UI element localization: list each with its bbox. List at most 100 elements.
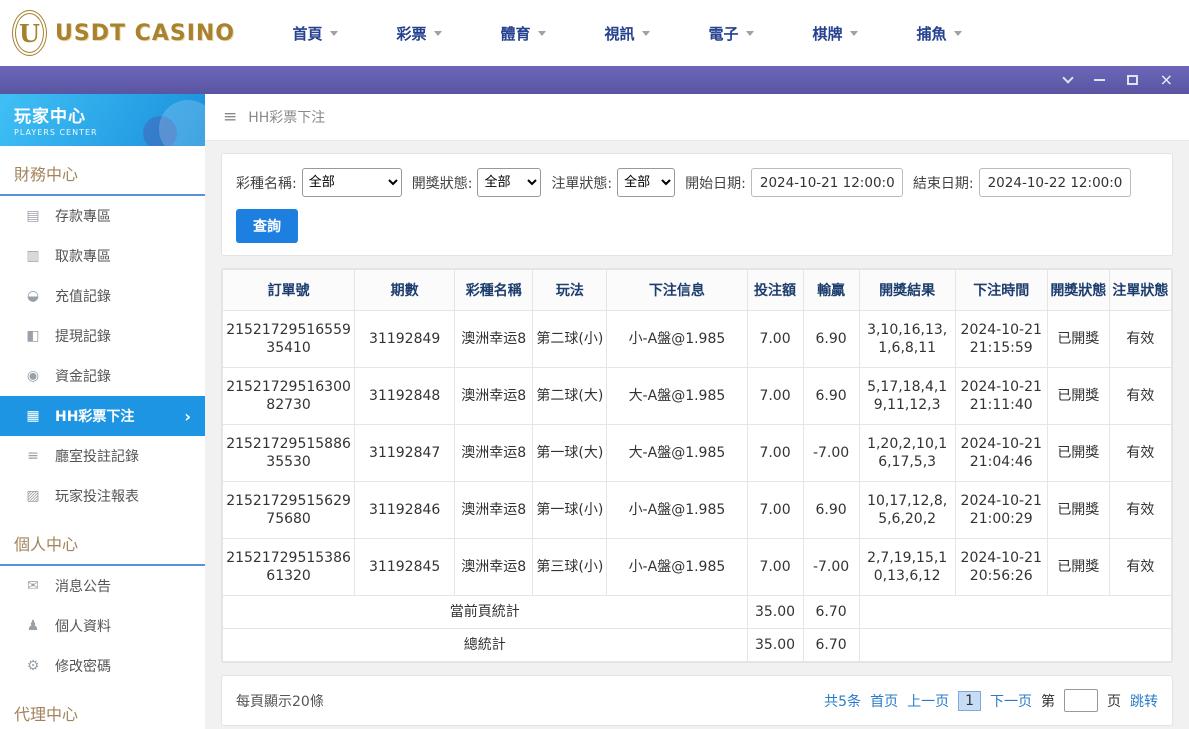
sidebar-item-withdrawal-record[interactable]: ◧ 提現記錄: [0, 316, 205, 356]
cell-draw-status: 已開獎: [1047, 311, 1109, 368]
top-header: U USDT CASINO 首頁 彩票 體育 視訊 電子: [0, 0, 1189, 66]
sidebar-item-label: 玩家投注報表: [55, 486, 139, 506]
cell-bet-status: 有效: [1109, 368, 1171, 425]
col-time: 下注時間: [955, 270, 1047, 311]
nav-label: 首頁: [292, 23, 322, 44]
nav-item-home[interactable]: 首頁: [263, 23, 367, 44]
cell-time: 2024-10-21 21:04:46: [955, 425, 1047, 482]
sidebar-item-news[interactable]: ✉ 消息公告: [0, 566, 205, 606]
cell-lottery: 澳洲幸运8: [455, 482, 533, 539]
cell-play: 第二球(大): [533, 368, 607, 425]
jump-button[interactable]: 跳转: [1130, 691, 1158, 711]
lottery-name-select[interactable]: 全部: [302, 168, 402, 197]
nav-item-sports[interactable]: 體育: [471, 23, 575, 44]
hamburger-icon[interactable]: ≡: [223, 107, 237, 127]
nav-label: 彩票: [396, 23, 426, 44]
bets-table: 訂單號 期數 彩種名稱 玩法 下注信息 投注額 輸贏 開獎結果 下注時間 開獎狀…: [222, 269, 1172, 662]
page-stats-empty: [859, 596, 1171, 629]
cell-order-id: 2152172951562975680: [223, 482, 355, 539]
per-page-label: 每頁顯示20條: [236, 691, 324, 711]
nav-item-fishing[interactable]: 捕魚: [887, 23, 991, 44]
sidebar: 玩家中心 PLAYERS CENTER 財務中心 ▤ 存款專區 ▥ 取款專區 ◒…: [0, 94, 205, 729]
gear-icon: ⚙: [24, 658, 42, 674]
minimize-icon[interactable]: [1094, 79, 1105, 81]
page-stats-win: 6.70: [803, 596, 859, 629]
cell-result: 3,10,16,13,1,6,8,11: [859, 311, 955, 368]
sidebar-item-deposit[interactable]: ▤ 存款專區: [0, 196, 205, 236]
table-header-row: 訂單號 期數 彩種名稱 玩法 下注信息 投注額 輸贏 開獎結果 下注時間 開獎狀…: [223, 270, 1172, 311]
total-stats-win: 6.70: [803, 629, 859, 662]
sidebar-item-label: 個人資料: [55, 616, 111, 636]
cell-win: -7.00: [803, 425, 859, 482]
sidebar-item-room-bet-record[interactable]: ≡ 廳室投註記錄: [0, 436, 205, 476]
chevron-down-icon: [330, 31, 338, 36]
cell-period: 31192845: [355, 539, 455, 596]
sidebar-item-label: 提現記錄: [55, 326, 111, 346]
start-date-input[interactable]: [751, 168, 903, 197]
cell-bet-info: 大-A盤@1.985: [607, 368, 747, 425]
cell-bet-info: 大-A盤@1.985: [607, 425, 747, 482]
sidebar-item-profile[interactable]: ♟ 個人資料: [0, 606, 205, 646]
cell-lottery: 澳洲幸运8: [455, 425, 533, 482]
next-page-link[interactable]: 下一页: [990, 691, 1032, 711]
chevron-right-icon: ›: [184, 407, 191, 426]
table-row: 2152172951630082730 31192848 澳洲幸运8 第二球(大…: [223, 368, 1172, 425]
end-date-input[interactable]: [979, 168, 1131, 197]
chevron-down-icon: [642, 31, 650, 36]
bet-status-select[interactable]: 全部: [617, 168, 675, 197]
room-bet-record-icon: ≡: [24, 448, 42, 464]
nav-item-chess[interactable]: 棋牌: [783, 23, 887, 44]
sidebar-item-label: 廳室投註記錄: [55, 446, 139, 466]
close-icon[interactable]: ×: [1160, 72, 1173, 88]
first-page-link[interactable]: 首页: [870, 691, 898, 711]
end-date-label: 結束日期:: [913, 173, 974, 193]
jump-page-input[interactable]: [1064, 689, 1098, 712]
sidebar-item-label: 取款專區: [55, 246, 111, 266]
cell-amount: 7.00: [747, 311, 803, 368]
cell-period: 31192849: [355, 311, 455, 368]
nav-label: 電子: [708, 23, 738, 44]
table-row: 2152172951562975680 31192846 澳洲幸运8 第一球(小…: [223, 482, 1172, 539]
table-row: 2152172951588635530 31192847 澳洲幸运8 第一球(大…: [223, 425, 1172, 482]
table-row: 2152172951538661320 31192845 澳洲幸运8 第三球(小…: [223, 539, 1172, 596]
lottery-name-label: 彩種名稱:: [236, 173, 297, 193]
draw-status-select[interactable]: 全部: [477, 168, 541, 197]
chevron-down-icon: [850, 31, 858, 36]
players-center-header: 玩家中心 PLAYERS CENTER: [0, 94, 205, 146]
chevron-down-icon: [538, 31, 546, 36]
col-lottery: 彩種名稱: [455, 270, 533, 311]
brand-logo[interactable]: U USDT CASINO: [0, 10, 235, 56]
cell-play: 第三球(小): [533, 539, 607, 596]
app-window: U USDT CASINO 首頁 彩票 體育 視訊 電子: [0, 0, 1189, 729]
cell-result: 10,17,12,8,5,6,20,2: [859, 482, 955, 539]
cell-time: 2024-10-21 21:00:29: [955, 482, 1047, 539]
maximize-icon[interactable]: [1127, 75, 1138, 85]
cell-bet-status: 有效: [1109, 425, 1171, 482]
person-icon: ♟: [24, 618, 42, 634]
search-button[interactable]: 查詢: [236, 209, 298, 243]
nav-item-electronic[interactable]: 電子: [679, 23, 783, 44]
cell-win: -7.00: [803, 539, 859, 596]
collapse-icon[interactable]: [1064, 78, 1072, 82]
sidebar-item-hh-lottery-bets[interactable]: ▦ HH彩票下注 ›: [0, 396, 205, 436]
cell-amount: 7.00: [747, 539, 803, 596]
chevron-down-icon: [954, 31, 962, 36]
total-stats-empty: [859, 629, 1171, 662]
sidebar-item-change-password[interactable]: ⚙ 修改密碼: [0, 646, 205, 686]
sidebar-item-recharge-record[interactable]: ◒ 充值記錄: [0, 276, 205, 316]
nav-item-lottery[interactable]: 彩票: [367, 23, 471, 44]
cell-time: 2024-10-21 20:56:26: [955, 539, 1047, 596]
cell-draw-status: 已開獎: [1047, 425, 1109, 482]
sidebar-item-withdraw[interactable]: ▥ 取款專區: [0, 236, 205, 276]
nav-label: 棋牌: [812, 23, 842, 44]
sidebar-item-fund-record[interactable]: ◉ 資金記錄: [0, 356, 205, 396]
prev-page-link[interactable]: 上一页: [907, 691, 949, 711]
cell-amount: 7.00: [747, 425, 803, 482]
cell-draw-status: 已開獎: [1047, 539, 1109, 596]
nav-item-video[interactable]: 視訊: [575, 23, 679, 44]
main-nav: 首頁 彩票 體育 視訊 電子 棋牌: [235, 23, 1189, 44]
sidebar-item-player-bet-report[interactable]: ▨ 玩家投注報表: [0, 476, 205, 516]
fund-record-icon: ◉: [24, 368, 42, 384]
cell-result: 5,17,18,4,19,11,12,3: [859, 368, 955, 425]
page-stats-amount: 35.00: [747, 596, 803, 629]
